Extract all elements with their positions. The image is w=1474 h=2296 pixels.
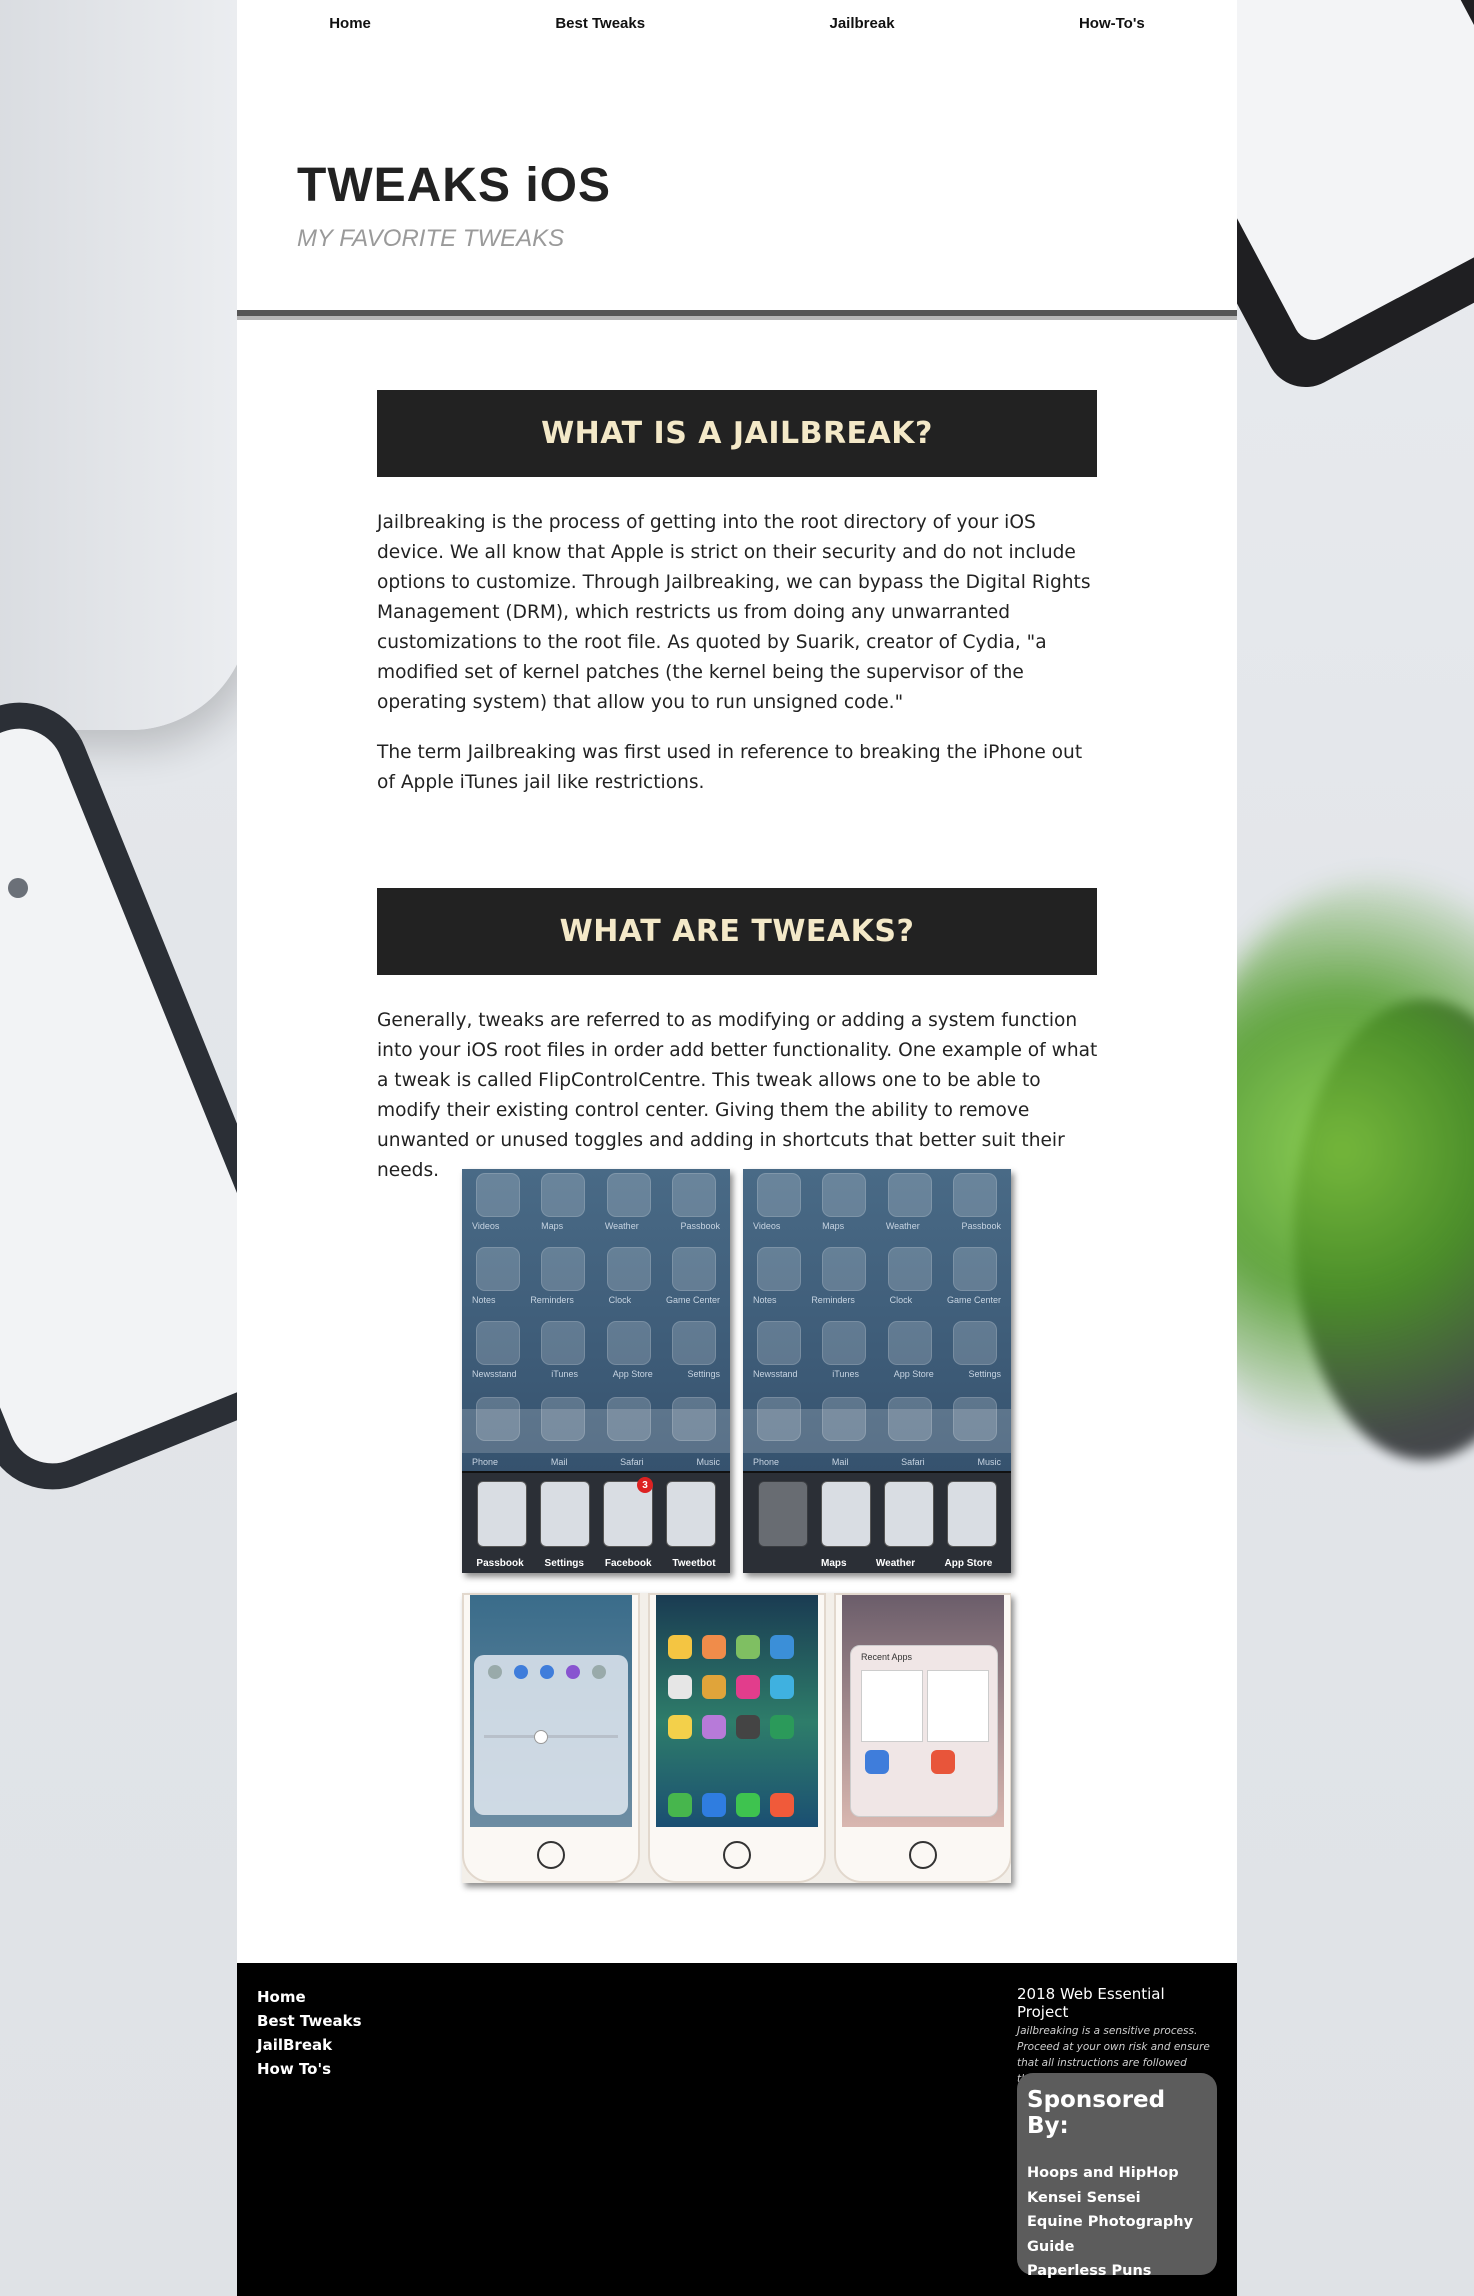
phone-camera-decoration: [8, 878, 28, 898]
switcher-label: Weather: [875, 1558, 916, 1569]
app-label: Notes: [753, 1295, 777, 1305]
footer-nav-jailbreak[interactable]: JailBreak: [257, 2033, 362, 2057]
switcher-label: Maps: [821, 1558, 847, 1569]
nav-home[interactable]: Home: [329, 15, 371, 32]
sponsor-link-puns[interactable]: Paperless Puns: [1027, 2259, 1207, 2284]
iphone-recent-apps: Recent Apps: [834, 1593, 1011, 1883]
header-divider: [237, 310, 1237, 320]
top-nav: Home Best Tweaks Jailbreak How-To's: [237, 0, 1237, 46]
recent-apps-card: Recent Apps: [850, 1645, 998, 1817]
dock-label: Mail: [550, 1457, 568, 1467]
site-footer: Home Best Tweaks JailBreak How To's 2018…: [237, 1963, 1237, 2296]
control-center-panel: [474, 1655, 628, 1815]
section-title-jailbreak: WHAT IS A JAILBREAK?: [541, 416, 933, 451]
site-tagline: MY FAVORITE TWEAKS: [297, 225, 565, 252]
section-heading-jailbreak: WHAT IS A JAILBREAK?: [377, 390, 1097, 477]
jailbreak-paragraph-2: The term Jailbreaking was first used in …: [377, 742, 1083, 793]
app-label: Passbook: [680, 1221, 720, 1231]
ios6-switcher-screenshot-right: Videos Maps Weather Passbook Notes Reminders…: [743, 1169, 1011, 1573]
main-content: WHAT IS A JAILBREAK? Jailbreaking is the…: [237, 320, 1237, 1963]
home-button-icon: [723, 1841, 751, 1869]
footer-nav-home[interactable]: Home: [257, 1985, 362, 2009]
page-column: Home Best Tweaks Jailbreak How-To's TWEA…: [237, 0, 1237, 2296]
dock-label: Phone: [753, 1457, 780, 1467]
app-label: Videos: [472, 1221, 500, 1231]
app-label: Newsstand: [753, 1369, 798, 1379]
app-label: Maps: [541, 1221, 564, 1231]
dock-label: Mail: [831, 1457, 849, 1467]
footer-nav: Home Best Tweaks JailBreak How To's: [257, 1985, 362, 2081]
app-label: Game Center: [946, 1295, 1001, 1305]
dock-label: Music: [696, 1457, 720, 1467]
jailbreak-paragraph-1: Jailbreaking is the process of getting i…: [377, 512, 1091, 713]
ios10-iphones-screenshot: Recent Apps: [462, 1593, 1011, 1883]
site-header: Home Best Tweaks Jailbreak How-To's TWEA…: [237, 0, 1237, 320]
app-label: App Store: [893, 1369, 934, 1379]
app-label: Weather: [885, 1221, 920, 1231]
app-label: Clock: [608, 1295, 632, 1305]
switcher-label: Tweetbot: [672, 1558, 716, 1569]
footer-nav-how-tos[interactable]: How To's: [257, 2057, 362, 2081]
section-title-tweaks: WHAT ARE TWEAKS?: [559, 914, 915, 949]
home-button-icon: [909, 1841, 937, 1869]
app-switcher-tray: 3 Passbook Settings Facebook Tweetbot: [462, 1471, 730, 1573]
switcher-label: Facebook: [604, 1558, 652, 1569]
app-label: Clock: [889, 1295, 913, 1305]
sponsor-box: Sponsored By: Hoops and HipHop Kensei Se…: [1017, 2073, 1217, 2279]
project-credit: 2018 Web Essential Project: [1017, 1985, 1165, 2021]
dock-label: Music: [977, 1457, 1001, 1467]
app-label: Reminders: [811, 1295, 855, 1305]
site-title: TWEAKS iOS: [297, 159, 612, 212]
footer-nav-best-tweaks[interactable]: Best Tweaks: [257, 2009, 362, 2033]
dock-label: Phone: [472, 1457, 499, 1467]
app-label: Videos: [753, 1221, 781, 1231]
nav-jailbreak[interactable]: Jailbreak: [830, 15, 895, 32]
sponsor-link-hoops[interactable]: Hoops and HipHop: [1027, 2161, 1207, 2186]
sponsor-link-equine[interactable]: Equine Photography Guide: [1027, 2210, 1207, 2259]
section-heading-tweaks: WHAT ARE TWEAKS?: [377, 888, 1097, 975]
app-label: Game Center: [665, 1295, 720, 1305]
switcher-label: [762, 1558, 792, 1569]
recent-apps-label: Recent Apps: [861, 1652, 913, 1662]
app-label: Notes: [472, 1295, 496, 1305]
app-label: Newsstand: [472, 1369, 517, 1379]
app-switcher-tray: Maps Weather App Store: [743, 1471, 1011, 1573]
app-label: Settings: [687, 1369, 720, 1379]
sponsor-link-kensei[interactable]: Kensei Sensei: [1027, 2186, 1207, 2211]
ios6-switcher-screenshot-left: Videos Maps Weather Passbook Notes Reminders…: [462, 1169, 730, 1573]
app-label: iTunes: [551, 1369, 578, 1379]
nav-how-tos[interactable]: How-To's: [1079, 15, 1145, 32]
dock-label: Safari: [901, 1457, 925, 1467]
laptop-decoration: [0, 0, 250, 730]
notification-badge: 3: [637, 1477, 653, 1493]
nav-best-tweaks[interactable]: Best Tweaks: [555, 15, 645, 32]
dock-label: Safari: [620, 1457, 644, 1467]
app-label: Weather: [604, 1221, 639, 1231]
home-button-icon: [537, 1841, 565, 1869]
app-label: Settings: [968, 1369, 1001, 1379]
app-label: Maps: [822, 1221, 845, 1231]
switcher-label: App Store: [944, 1558, 993, 1569]
iphone-control-center: [462, 1593, 640, 1883]
switcher-label: Passbook: [476, 1558, 524, 1569]
app-label: Reminders: [530, 1295, 574, 1305]
tweaks-paragraph-1: Generally, tweaks are referred to as mod…: [377, 1010, 1098, 1181]
sponsor-title: Sponsored By:: [1027, 2087, 1166, 2139]
app-label: iTunes: [832, 1369, 859, 1379]
brand: TWEAKS iOS MY FAVORITE TWEAKS: [297, 158, 611, 253]
app-label: Passbook: [961, 1221, 1001, 1231]
iphone-home-screen: [648, 1593, 826, 1883]
app-label: App Store: [612, 1369, 653, 1379]
switcher-label: Settings: [544, 1558, 584, 1569]
footer-info: 2018 Web Essential Project Jailbreaking …: [1017, 1985, 1217, 2087]
